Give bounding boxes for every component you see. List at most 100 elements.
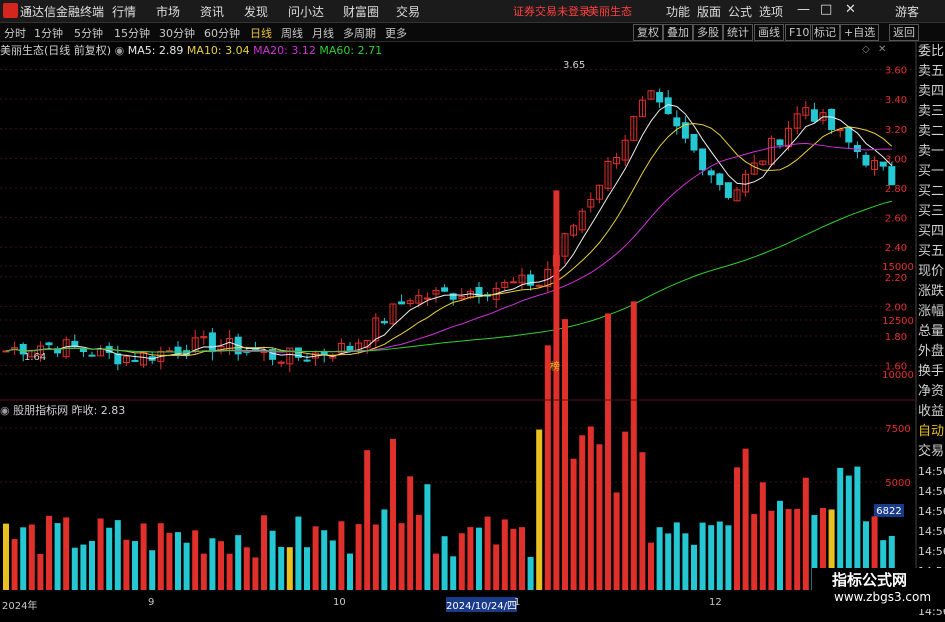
volume-bar <box>734 467 740 590</box>
volume-bar <box>501 519 508 590</box>
volume-bar <box>493 544 500 590</box>
volume-bar <box>329 540 336 590</box>
kline-chart[interactable]: 3.60 3.40 3.20 3.00 2.80 2.60 2.40 2.20 2.00 1.80… <box>0 0 945 609</box>
volume-bar <box>785 509 792 590</box>
side-item-14[interactable]: 总量 <box>918 322 945 342</box>
volume-bar <box>424 484 431 590</box>
volume-bar <box>192 530 199 590</box>
watermark-title: 指标公式网 <box>832 571 908 589</box>
volume-bar <box>175 532 181 590</box>
volume-bar <box>596 444 603 590</box>
price-tick-0: 3.60 <box>885 66 907 77</box>
side-item-9[interactable]: 买四 <box>918 222 945 242</box>
side-item-8[interactable]: 买三 <box>918 202 945 222</box>
volume-bar <box>347 553 353 590</box>
ma60-line <box>5 200 892 353</box>
side-item-1[interactable]: 卖五 <box>918 62 945 82</box>
volume-bar <box>3 523 9 590</box>
side-item-16[interactable]: 换手 <box>918 362 945 382</box>
volume-bar <box>553 190 560 590</box>
side-item-21[interactable]: 14:56 <box>918 462 945 482</box>
volume-bar <box>157 523 164 590</box>
candle-body <box>114 353 122 365</box>
side-item-3[interactable]: 卖三 <box>918 102 945 122</box>
vol-source-label: 股朋指标网 <box>13 404 69 417</box>
side-item-15[interactable]: 外盘 <box>918 342 945 362</box>
candle-body <box>346 345 354 351</box>
side-item-7[interactable]: 买二 <box>918 182 945 202</box>
side-item-0[interactable]: 委比 <box>918 42 945 62</box>
volume-bar <box>527 556 534 590</box>
date-label-dec: 12 <box>709 597 722 608</box>
volume-bar <box>579 435 586 590</box>
side-item-25[interactable]: 14:56 <box>918 542 945 562</box>
price-tick-5: 2.60 <box>885 214 907 225</box>
side-item-11[interactable]: 现价 <box>918 262 945 282</box>
side-item-2[interactable]: 卖四 <box>918 82 945 102</box>
volume-bar <box>312 526 319 590</box>
volume-bar <box>794 508 801 590</box>
candle-body <box>716 173 724 186</box>
candle-body <box>862 154 870 166</box>
side-item-5[interactable]: 卖一 <box>918 142 945 162</box>
side-item-22[interactable]: 14:56 <box>918 482 945 502</box>
volume-bar <box>639 452 646 590</box>
volume-bar <box>140 523 147 590</box>
candle-body <box>2 350 10 353</box>
side-item-23[interactable]: 14:56 <box>918 502 945 522</box>
volume-bar <box>751 514 758 590</box>
volume-bar <box>613 492 620 590</box>
volume-bar <box>80 544 87 590</box>
price-tick-6: 2.40 <box>885 243 907 254</box>
volume-bar <box>458 533 465 590</box>
side-item-20[interactable]: 交易 <box>918 442 945 462</box>
side-quote-panel: 委比 卖五 卖四 卖三 卖二 卖一 买一 买二 买三 买四 买五 现价 涨跌 涨幅 总量 外盘 换手 净资 收益 自动… <box>918 42 945 622</box>
candle-body <box>828 108 836 131</box>
volume-bar <box>398 523 405 590</box>
volume-bar <box>209 538 216 590</box>
volume-bar <box>252 557 259 590</box>
vol-settings-icon[interactable]: ◉ <box>0 404 10 417</box>
candle-body <box>535 284 543 287</box>
side-item-19[interactable]: 自动 <box>918 422 945 442</box>
volume-bar <box>682 533 689 590</box>
candle-body <box>398 301 406 305</box>
volume-bar <box>286 547 293 590</box>
volume-bar <box>691 544 697 590</box>
volume-bar <box>742 448 749 590</box>
volume-bar <box>441 536 448 590</box>
side-item-4[interactable]: 卖二 <box>918 122 945 142</box>
volume-bar <box>183 542 190 590</box>
price-tick-2: 3.20 <box>885 125 907 136</box>
candle-body <box>441 287 449 292</box>
volume-bar <box>648 542 654 590</box>
side-item-13[interactable]: 涨幅 <box>918 302 945 322</box>
volume-bar <box>759 482 766 590</box>
watermark-url: www.zbgs3.com <box>834 590 932 604</box>
side-item-17[interactable]: 净资 <box>918 382 945 402</box>
side-item-24[interactable]: 14:56 <box>918 522 945 542</box>
side-item-6[interactable]: 买一 <box>918 162 945 182</box>
volume-bar <box>476 527 482 590</box>
candle-body <box>845 127 853 143</box>
volume-bar <box>364 450 371 590</box>
volume-bar <box>467 527 474 590</box>
candle-body <box>673 117 681 127</box>
volume-bar <box>699 522 706 590</box>
volume-bar <box>622 431 629 590</box>
volume-bar <box>132 541 138 590</box>
date-label-nov: 1 <box>514 597 521 608</box>
side-item-12[interactable]: 涨跌 <box>918 282 945 302</box>
volume-bar <box>415 514 422 590</box>
candle-body <box>690 133 698 151</box>
volume-bar <box>510 528 517 590</box>
volume-bar <box>304 547 310 590</box>
side-item-18[interactable]: 收益 <box>918 402 945 422</box>
volume-bar <box>97 518 104 590</box>
side-item-10[interactable]: 买五 <box>918 242 945 262</box>
prev-close-label: 昨收: 2.83 <box>71 404 126 417</box>
volume-bar <box>768 510 775 590</box>
volume-bar <box>166 532 173 590</box>
volume-bar <box>11 539 18 590</box>
price-tick-1: 3.40 <box>885 95 907 106</box>
